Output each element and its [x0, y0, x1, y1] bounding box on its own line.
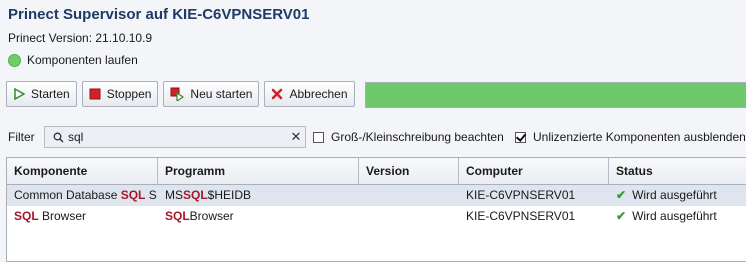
cancel-x-icon [271, 88, 283, 100]
cell-programm: SQLBrowser [165, 209, 234, 223]
column-header-komponente[interactable]: Komponente [7, 158, 158, 184]
components-table: Komponente Programm Version Computer Sta… [6, 157, 746, 262]
progress-bar [365, 82, 746, 108]
case-sensitive-label: Groß-/Kleinschreibung beachten [331, 130, 504, 144]
cell-komponente: SQL Browser [14, 209, 87, 223]
cell-computer: KIE-C6VPNSERV01 [466, 188, 576, 202]
table-row[interactable]: Common Database SQL S MSSQL$HEIDB KIE-C6… [7, 185, 746, 206]
case-sensitive-checkbox[interactable]: Groß-/Kleinschreibung beachten [313, 130, 504, 144]
restart-button-label: Neu starten [190, 87, 253, 101]
cell-version [359, 185, 459, 206]
checkmark-icon: ✔ [616, 188, 627, 202]
checkmark-icon: ✔ [616, 209, 627, 223]
cancel-button-label: Abbrechen [289, 87, 348, 101]
cell-version [359, 206, 459, 227]
cell-status: ✔ Wird ausgeführt [609, 185, 746, 206]
clear-icon[interactable]: ✕ [287, 129, 305, 145]
status-dot-icon [8, 53, 21, 67]
start-button-label: Starten [31, 87, 70, 101]
hide-unlicensed-checkbox[interactable]: Unlizenzierte Komponenten ausblenden [515, 130, 746, 144]
stop-icon [89, 88, 101, 100]
components-status: Komponenten laufen [8, 53, 138, 67]
hide-unlicensed-label: Unlizenzierte Komponenten ausblenden [533, 130, 746, 144]
stop-button[interactable]: Stoppen [81, 81, 159, 107]
stop-button-label: Stoppen [106, 87, 152, 101]
case-sensitive-checkbox-box[interactable] [313, 131, 324, 143]
table-row[interactable]: SQL Browser SQLBrowser KIE-C6VPNSERV01 ✔… [7, 206, 746, 227]
hide-unlicensed-checkbox-box[interactable] [515, 131, 526, 143]
column-header-programm[interactable]: Programm [158, 158, 359, 184]
cell-computer: KIE-C6VPNSERV01 [466, 209, 576, 223]
window-title: Prinect Supervisor auf KIE-C6VPNSERV01 [8, 6, 310, 23]
cancel-button[interactable]: Abbrechen [264, 81, 355, 107]
progress-bar-fill [366, 83, 746, 107]
cell-programm: MSSQL$HEIDB [165, 188, 252, 202]
start-button[interactable]: Starten [6, 81, 77, 107]
table-header: Komponente Programm Version Computer Sta… [7, 158, 746, 185]
restart-button[interactable]: Neu starten [163, 81, 260, 107]
cell-komponente: Common Database SQL S [14, 188, 157, 202]
filter-label: Filter [8, 130, 35, 144]
components-status-label: Komponenten laufen [27, 53, 138, 67]
search-input-value[interactable]: sql [68, 130, 287, 144]
cell-status: ✔ Wird ausgeführt [609, 206, 746, 227]
column-header-status[interactable]: Status [609, 158, 746, 184]
column-header-version[interactable]: Version [359, 158, 459, 184]
column-header-computer[interactable]: Computer [459, 158, 609, 184]
search-icon [53, 132, 64, 143]
toolbar: Starten Stoppen Neu starten Abbrechen [6, 81, 360, 107]
search-input[interactable]: sql ✕ [44, 126, 306, 148]
play-icon [13, 88, 25, 100]
version-text: Prinect Version: 21.10.10.9 [8, 31, 153, 45]
restart-icon [170, 87, 185, 101]
